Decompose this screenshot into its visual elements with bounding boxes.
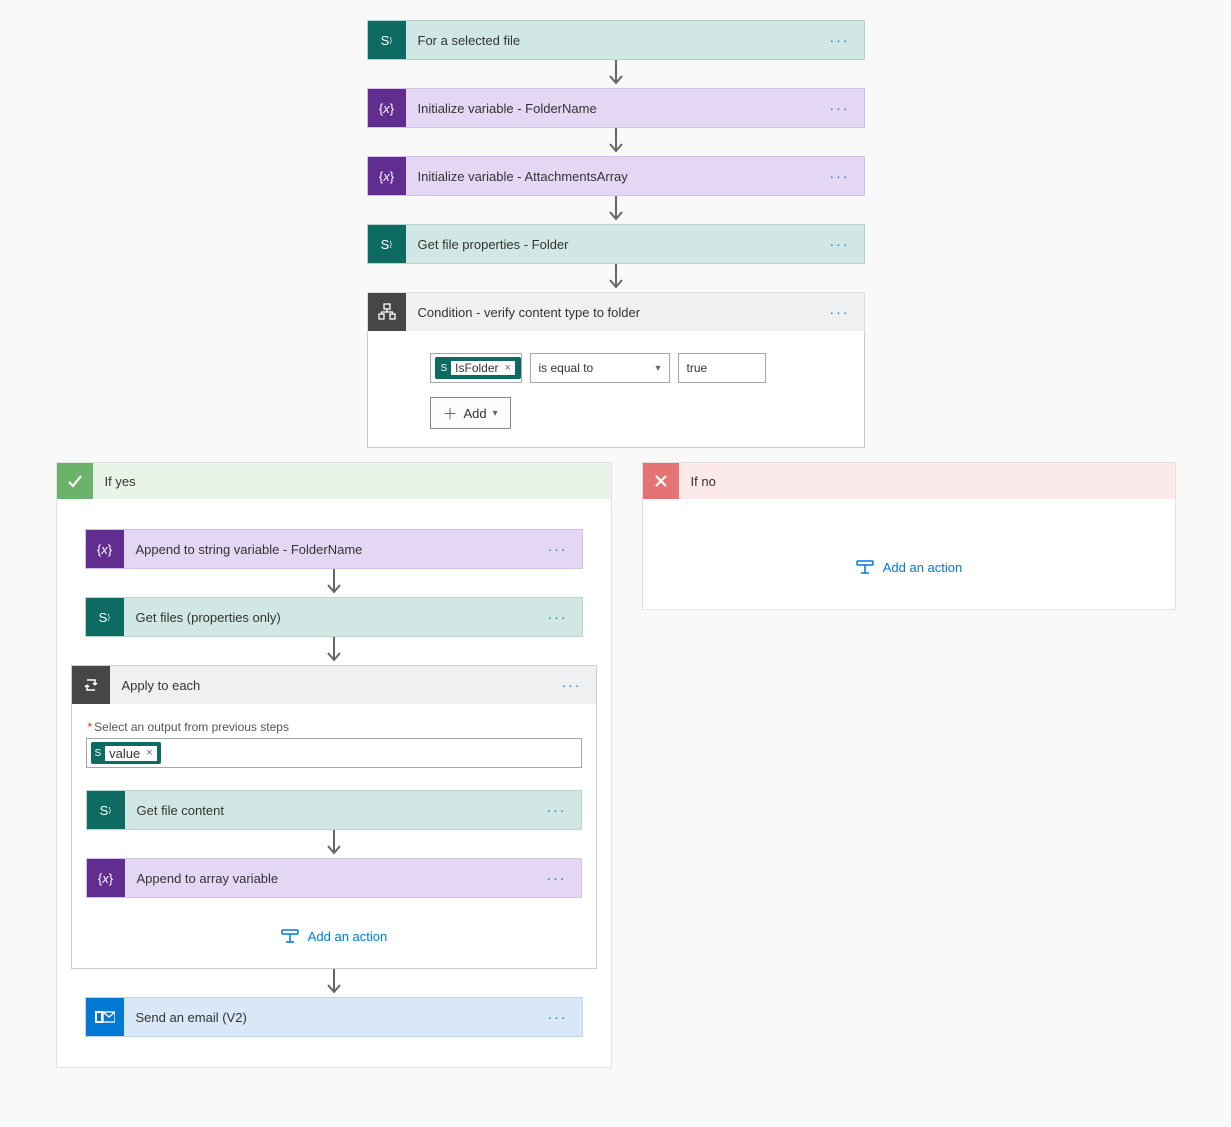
sharepoint-icon: S⟩: [368, 21, 406, 59]
step-title: Initialize variable - FolderName: [406, 101, 830, 116]
condition-left-operand[interactable]: S IsFolder×: [430, 353, 522, 383]
branch-yes-header: If yes: [57, 463, 611, 499]
step-title: Condition - verify content type to folde…: [406, 305, 830, 320]
step-menu-icon[interactable]: ···: [547, 802, 581, 818]
step-title: Append to string variable - FolderName: [124, 542, 548, 557]
condition-operator-select[interactable]: is equal to ▾: [530, 353, 670, 383]
step-menu-icon[interactable]: ···: [830, 304, 864, 320]
check-icon: [57, 463, 93, 499]
step-menu-icon[interactable]: ···: [548, 1009, 582, 1025]
flow-root: S⟩ For a selected file ··· {x} Initializ…: [40, 20, 1191, 1068]
sharepoint-icon: S⟩: [86, 598, 124, 636]
step-send-email[interactable]: Send an email (V2) ···: [85, 997, 583, 1037]
flow-arrow: [324, 830, 344, 858]
step-title: Apply to each: [110, 678, 562, 693]
step-menu-icon[interactable]: ···: [830, 168, 864, 184]
step-menu-icon[interactable]: ···: [547, 870, 581, 886]
step-get-file-content[interactable]: S⟩ Get file content ···: [86, 790, 582, 830]
loop-icon: [72, 666, 110, 704]
branch-no-header: If no: [643, 463, 1175, 499]
plus-icon: ＋: [443, 403, 458, 424]
flow-arrow: [606, 128, 626, 156]
variable-icon: {x}: [368, 89, 406, 127]
step-menu-icon[interactable]: ···: [562, 677, 596, 693]
sharepoint-icon: S⟩: [87, 791, 125, 829]
step-init-attachments[interactable]: {x} Initialize variable - AttachmentsArr…: [367, 156, 865, 196]
add-action-button[interactable]: Add an action: [86, 928, 582, 944]
step-append-array[interactable]: {x} Append to array variable ···: [86, 858, 582, 898]
step-get-file-properties[interactable]: S⟩ Get file properties - Folder ···: [367, 224, 865, 264]
step-menu-icon[interactable]: ···: [830, 100, 864, 116]
branch-no: If no Add an action: [642, 462, 1176, 610]
flow-arrow: [606, 196, 626, 224]
step-title: Append to array variable: [125, 871, 547, 886]
close-icon: [643, 463, 679, 499]
condition-body: S IsFolder× is equal to ▾ true ＋ Add ▾: [367, 331, 865, 448]
step-title: Get files (properties only): [124, 610, 548, 625]
condition-add-button[interactable]: ＋ Add ▾: [430, 397, 511, 429]
condition-value-input[interactable]: true: [678, 353, 766, 383]
sharepoint-token: S IsFolder×: [435, 357, 521, 379]
step-title: Send an email (V2): [124, 1010, 548, 1025]
step-menu-icon[interactable]: ···: [830, 236, 864, 252]
step-trigger[interactable]: S⟩ For a selected file ···: [367, 20, 865, 60]
sharepoint-icon: S⟩: [368, 225, 406, 263]
step-title: For a selected file: [406, 33, 830, 48]
step-apply-to-each: Apply to each ··· *Select an output from…: [71, 665, 597, 969]
condition-icon: [368, 293, 406, 331]
step-title: Get file properties - Folder: [406, 237, 830, 252]
variable-icon: {x}: [86, 530, 124, 568]
step-get-files[interactable]: S⟩ Get files (properties only) ···: [85, 597, 583, 637]
step-condition[interactable]: Condition - verify content type to folde…: [367, 292, 865, 331]
step-title: Get file content: [125, 803, 547, 818]
chevron-down-icon: ▾: [655, 363, 660, 374]
loop-select-label: *Select an output from previous steps: [88, 720, 582, 734]
condition-branches: If yes {x} Append to string variable - F…: [56, 462, 1176, 1068]
variable-icon: {x}: [368, 157, 406, 195]
chevron-down-icon: ▾: [493, 408, 498, 419]
loop-header[interactable]: Apply to each ···: [72, 666, 596, 704]
flow-arrow: [324, 637, 344, 665]
step-init-foldername[interactable]: {x} Initialize variable - FolderName ···: [367, 88, 865, 128]
flow-arrow: [324, 569, 344, 597]
step-append-string[interactable]: {x} Append to string variable - FolderNa…: [85, 529, 583, 569]
token-remove-icon[interactable]: ×: [146, 747, 152, 759]
flow-arrow: [606, 60, 626, 88]
variable-icon: {x}: [87, 859, 125, 897]
outlook-icon: [86, 998, 124, 1036]
step-menu-icon[interactable]: ···: [548, 541, 582, 557]
step-menu-icon[interactable]: ···: [830, 32, 864, 48]
step-menu-icon[interactable]: ···: [548, 609, 582, 625]
loop-select-input[interactable]: S value×: [86, 738, 582, 768]
token-remove-icon[interactable]: ×: [505, 362, 511, 374]
sharepoint-token: S value×: [91, 742, 161, 764]
flow-arrow: [606, 264, 626, 292]
step-title: Initialize variable - AttachmentsArray: [406, 169, 830, 184]
flow-arrow: [324, 969, 344, 997]
branch-yes: If yes {x} Append to string variable - F…: [56, 462, 612, 1068]
add-action-button[interactable]: Add an action: [657, 559, 1161, 575]
